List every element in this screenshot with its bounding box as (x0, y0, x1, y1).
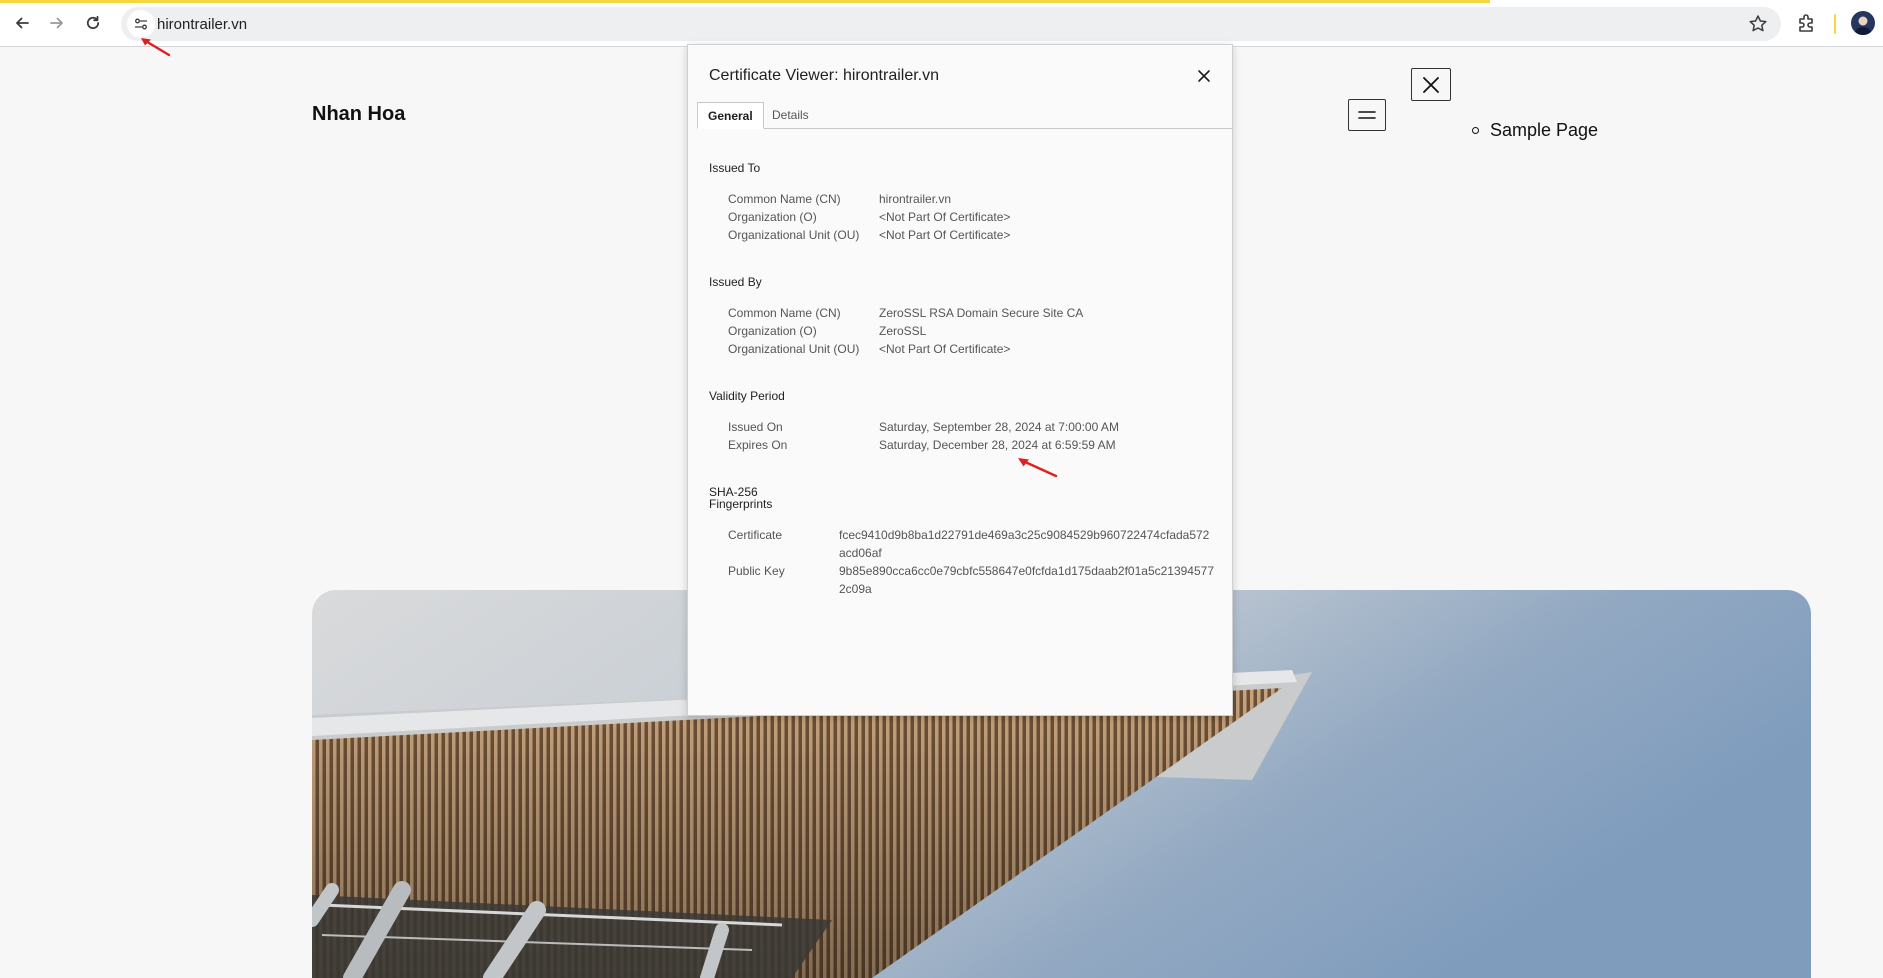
hamburger-menu-icon (1358, 111, 1376, 119)
arrow-right-icon (50, 17, 63, 29)
dialog-tabs: General Details (697, 102, 1233, 129)
nav-item-label[interactable]: Sample Page (1490, 120, 1598, 141)
arrow-left-icon (16, 17, 29, 29)
issued-to-cn-value: hirontrailer.vn (879, 192, 952, 206)
validity-heading: Validity Period (709, 389, 785, 403)
reload-button[interactable] (80, 9, 106, 37)
expires-on-value: Saturday, December 28, 2024 at 6:59:59 A… (879, 438, 1116, 452)
cert-fingerprint-label: Certificate (728, 528, 783, 542)
issued-to-o-label: Organization (O) (728, 210, 817, 224)
issued-to-cn-label: Common Name (CN) (728, 192, 841, 206)
back-button[interactable] (9, 9, 35, 37)
tab-general[interactable]: General (697, 102, 764, 129)
issued-by-ou-value: <Not Part Of Certificate> (879, 342, 1011, 356)
close-icon (1423, 76, 1439, 93)
issued-by-cn-label: Common Name (CN) (728, 306, 841, 320)
expires-on-label: Expires On (728, 438, 788, 452)
issued-on-label: Issued On (728, 420, 783, 434)
issued-by-ou-label: Organizational Unit (OU) (728, 342, 860, 356)
fingerprints-heading-line2: Fingerprints (709, 497, 773, 511)
forward-button[interactable] (44, 9, 70, 37)
page-load-progress (0, 0, 1490, 3)
bullet-icon (1472, 127, 1479, 134)
certificate-viewer-dialog: Certificate Viewer: hirontrailer.vn Gene… (687, 44, 1233, 716)
site-info-icon[interactable] (127, 10, 155, 38)
nav-item-sample-page[interactable]: Sample Page (1472, 120, 1598, 141)
url-text[interactable]: hirontrailer.vn (157, 16, 247, 33)
menu-close-button[interactable] (1411, 68, 1451, 101)
dialog-title: Certificate Viewer: hirontrailer.vn (709, 67, 940, 84)
cert-fingerprint-value: fcec9410d9b8ba1d22791de469a3c25c9084529b… (839, 528, 1210, 560)
issued-on-value: Saturday, September 28, 2024 at 7:00:00 … (879, 420, 1119, 434)
reload-icon (86, 15, 100, 30)
browser-toolbar: hirontrailer.vn (0, 0, 1883, 47)
profile-avatar-icon[interactable] (1851, 11, 1875, 35)
tab-details[interactable]: Details (762, 102, 819, 128)
toolbar-divider (1834, 14, 1836, 34)
issued-to-ou-label: Organizational Unit (OU) (728, 228, 860, 242)
issued-by-heading: Issued By (709, 275, 762, 289)
pubkey-fingerprint-label: Public Key (728, 564, 785, 578)
site-title[interactable]: Nhan Hoa (312, 103, 405, 126)
bookmark-star-icon[interactable] (1747, 13, 1769, 35)
pubkey-fingerprint-value: 9b85e890cca6cc0e79cbfc558647e0fcfda1d175… (839, 564, 1215, 596)
issued-to-o-value: <Not Part Of Certificate> (879, 210, 1011, 224)
issued-by-o-value: ZeroSSL (879, 324, 927, 338)
primary-navigation: Sample Page (1472, 120, 1598, 141)
issued-to-ou-value: <Not Part Of Certificate> (879, 228, 1011, 242)
issued-by-o-label: Organization (O) (728, 324, 817, 338)
address-bar[interactable]: hirontrailer.vn (121, 7, 1781, 41)
extensions-icon[interactable] (1795, 11, 1819, 35)
issued-by-cn-value: ZeroSSL RSA Domain Secure Site CA (879, 306, 1084, 320)
menu-toggle-button[interactable] (1348, 99, 1386, 131)
issued-to-heading: Issued To (709, 161, 761, 175)
close-icon[interactable] (1195, 67, 1213, 85)
